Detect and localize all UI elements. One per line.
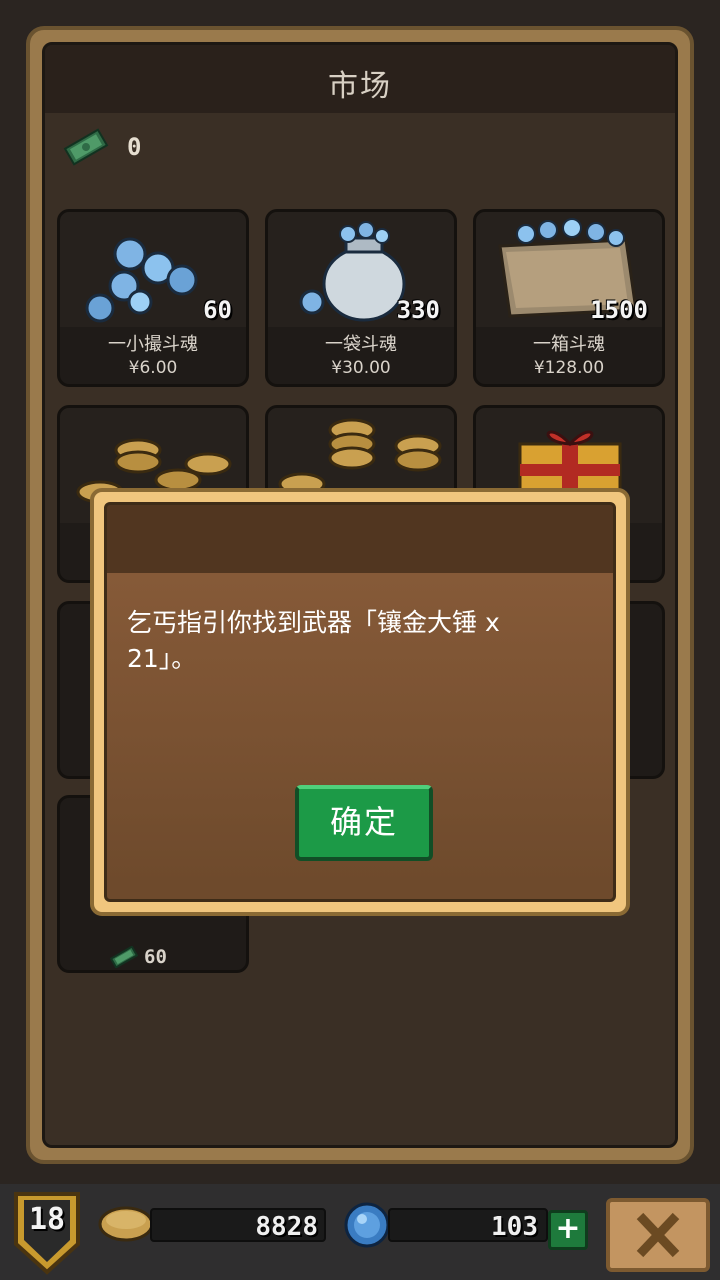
level-badge: 18	[12, 1190, 82, 1280]
item-name: 一小撮斗魂	[108, 334, 198, 355]
gold-counter: 8828	[150, 1208, 326, 1242]
item-qty: 1500	[590, 296, 648, 324]
add-souls-button[interactable]: +	[548, 1210, 588, 1250]
market-item-small-soul[interactable]: 60 一小撮斗魂 ¥6.00	[57, 209, 249, 387]
item-price: ¥128.00	[533, 358, 605, 378]
soul-orb-icon	[344, 1202, 390, 1248]
ticket-icon	[110, 946, 138, 968]
item-name: 一袋斗魂	[325, 334, 397, 355]
close-button[interactable]	[606, 1198, 710, 1272]
souls-counter: 103	[388, 1208, 548, 1242]
market-item-box-soul[interactable]: 1500 一箱斗魂 ¥128.00	[473, 209, 665, 387]
souls-value: 103	[491, 1212, 538, 1242]
level-number: 18	[28, 1202, 66, 1237]
reward-dialog: 乞丐指引你找到武器「镶金大锤 x 21」。 确定	[90, 488, 630, 916]
ticket-balance: 0	[61, 125, 141, 169]
item-price: ¥30.00	[331, 358, 391, 378]
item-qty: 60	[203, 296, 232, 324]
market-title: 市场	[328, 69, 392, 104]
market-item-bag-soul[interactable]: 330 一袋斗魂 ¥30.00	[265, 209, 457, 387]
dialog-message-line2: 21」。	[127, 644, 197, 673]
close-icon	[636, 1212, 680, 1258]
plus-icon: +	[555, 1211, 581, 1246]
item-price: ¥6.00	[128, 358, 178, 378]
gold-coin-icon	[98, 1206, 154, 1242]
ticket-price-value: 60	[144, 946, 167, 968]
item-name: 一箱斗魂	[533, 334, 605, 355]
item-qty: 330	[396, 296, 440, 324]
dialog-message-line1: 乞丐指引你找到武器「镶金大锤 x	[127, 608, 500, 637]
gold-value: 8828	[255, 1212, 318, 1242]
ticket-icon	[63, 128, 109, 166]
ticket-count: 0	[127, 133, 142, 161]
ticket-price: 60	[110, 946, 167, 968]
market-header: 市场	[45, 45, 675, 113]
dialog-inner: 乞丐指引你找到武器「镶金大锤 x 21」。 确定	[104, 502, 616, 902]
confirm-button[interactable]: 确定	[295, 785, 433, 861]
dialog-message: 乞丐指引你找到武器「镶金大锤 x 21」。	[127, 605, 547, 677]
